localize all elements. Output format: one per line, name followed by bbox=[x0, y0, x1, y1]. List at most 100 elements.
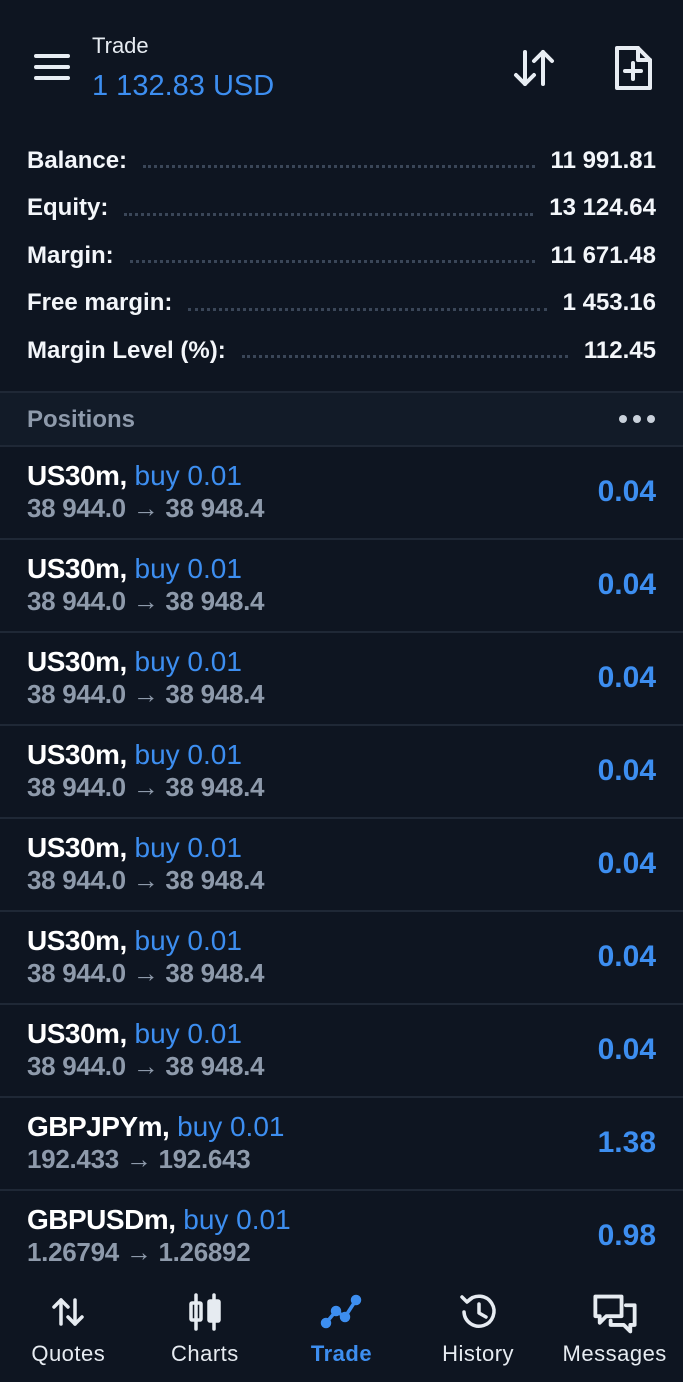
position-row[interactable]: US30m, buy 0.01 38 944.0 → 38 948.4 0.04 bbox=[0, 633, 683, 726]
account-balance-header: 1 132.83 USD bbox=[92, 70, 275, 102]
arrow-icon: → bbox=[132, 958, 159, 988]
current-price: 38 948.4 bbox=[165, 958, 265, 988]
position-price-line: 38 944.0 → 38 948.4 bbox=[27, 493, 265, 524]
position-price-line: 38 944.0 → 38 948.4 bbox=[27, 865, 265, 896]
dotted-leader bbox=[143, 165, 535, 169]
position-side: buy 0.01 bbox=[134, 646, 242, 677]
arrow-icon: → bbox=[132, 586, 159, 616]
top-bar: Trade 1 132.83 USD bbox=[0, 0, 683, 130]
nav-history[interactable]: History bbox=[410, 1276, 547, 1382]
position-row[interactable]: GBPJPYm, buy 0.01 192.433 → 192.643 1.38 bbox=[0, 1098, 683, 1191]
arrow-icon: → bbox=[125, 1144, 152, 1174]
summary-label: Free margin: bbox=[27, 289, 173, 317]
position-title-line: GBPJPYm, buy 0.01 bbox=[27, 1111, 284, 1143]
current-price: 38 948.4 bbox=[165, 586, 265, 616]
summary-value: 11 991.81 bbox=[550, 146, 656, 174]
position-side: buy 0.01 bbox=[134, 553, 242, 584]
position-side: buy 0.01 bbox=[134, 925, 242, 956]
nav-quotes[interactable]: Quotes bbox=[0, 1276, 137, 1382]
arrow-icon: → bbox=[132, 1051, 159, 1081]
position-side: buy 0.01 bbox=[134, 460, 242, 491]
dotted-leader bbox=[188, 307, 547, 311]
position-price-line: 38 944.0 → 38 948.4 bbox=[27, 1051, 265, 1082]
position-symbol: US30m, bbox=[27, 460, 127, 491]
current-price: 192.643 bbox=[158, 1144, 251, 1174]
menu-icon[interactable] bbox=[34, 54, 72, 82]
position-title-line: GBPUSDm, buy 0.01 bbox=[27, 1204, 291, 1236]
current-price: 38 948.4 bbox=[165, 772, 265, 802]
position-side: buy 0.01 bbox=[183, 1204, 291, 1235]
summary-row-margin-level: Margin Level (%): 112.45 bbox=[0, 327, 683, 375]
bottom-navigation: Quotes Charts Trade History Messages bbox=[0, 1276, 683, 1382]
position-row[interactable]: US30m, buy 0.01 38 944.0 → 38 948.4 0.04 bbox=[0, 447, 683, 540]
position-symbol: US30m, bbox=[27, 646, 127, 677]
position-symbol: US30m, bbox=[27, 739, 127, 770]
position-profit: 0.04 bbox=[597, 475, 656, 508]
position-symbol: US30m, bbox=[27, 553, 127, 584]
position-profit: 0.04 bbox=[597, 940, 656, 973]
position-title-line: US30m, buy 0.01 bbox=[27, 553, 242, 585]
summary-row-equity: Equity: 13 124.64 bbox=[0, 185, 683, 233]
summary-label: Margin: bbox=[27, 241, 114, 269]
nav-label: Trade bbox=[310, 1341, 373, 1366]
dotted-leader bbox=[129, 260, 535, 264]
position-row[interactable]: GBPUSDm, buy 0.01 1.26794 → 1.26892 0.98 bbox=[0, 1191, 683, 1282]
position-symbol: US30m, bbox=[27, 832, 127, 863]
arrow-icon: → bbox=[132, 865, 159, 895]
open-price: 38 944.0 bbox=[27, 679, 126, 709]
position-side: buy 0.01 bbox=[177, 1111, 285, 1142]
position-profit: 0.98 bbox=[597, 1219, 656, 1252]
position-profit: 0.04 bbox=[597, 661, 656, 694]
positions-title: Positions bbox=[27, 406, 136, 433]
arrow-icon: → bbox=[132, 679, 159, 709]
trade-icon bbox=[321, 1294, 362, 1329]
position-row[interactable]: US30m, buy 0.01 38 944.0 → 38 948.4 0.04 bbox=[0, 819, 683, 912]
open-price: 38 944.0 bbox=[27, 865, 126, 895]
position-row[interactable]: US30m, buy 0.01 38 944.0 → 38 948.4 0.04 bbox=[0, 912, 683, 1005]
sort-icon[interactable] bbox=[510, 44, 560, 94]
charts-icon bbox=[189, 1293, 221, 1331]
summary-label: Equity: bbox=[27, 194, 109, 222]
positions-list: US30m, buy 0.01 38 944.0 → 38 948.4 0.04… bbox=[0, 447, 683, 1282]
current-price: 38 948.4 bbox=[165, 1051, 265, 1081]
open-price: 38 944.0 bbox=[27, 1051, 126, 1081]
current-price: 38 948.4 bbox=[165, 865, 265, 895]
nav-label: History bbox=[442, 1341, 515, 1366]
position-profit: 0.04 bbox=[597, 568, 656, 601]
position-side: buy 0.01 bbox=[134, 739, 242, 770]
position-row[interactable]: US30m, buy 0.01 38 944.0 → 38 948.4 0.04 bbox=[0, 1005, 683, 1098]
nav-messages[interactable]: Messages bbox=[546, 1276, 683, 1382]
arrow-icon: → bbox=[132, 772, 159, 802]
summary-row-balance: Balance: 11 991.81 bbox=[0, 137, 683, 185]
more-options-icon[interactable] bbox=[619, 415, 655, 425]
page-title: Trade bbox=[92, 33, 149, 58]
position-symbol: GBPJPYm, bbox=[27, 1111, 170, 1142]
open-price: 38 944.0 bbox=[27, 493, 126, 523]
open-price: 192.433 bbox=[27, 1144, 119, 1174]
nav-trade[interactable]: Trade bbox=[273, 1276, 410, 1382]
nav-charts[interactable]: Charts bbox=[137, 1276, 274, 1382]
position-profit: 1.38 bbox=[597, 1126, 656, 1159]
position-title-line: US30m, buy 0.01 bbox=[27, 739, 242, 771]
summary-label: Margin Level (%): bbox=[27, 336, 226, 364]
position-price-line: 38 944.0 → 38 948.4 bbox=[27, 586, 265, 617]
position-price-line: 1.26794 → 1.26892 bbox=[27, 1237, 251, 1268]
position-profit: 0.04 bbox=[597, 754, 656, 787]
summary-value: 11 671.48 bbox=[550, 241, 656, 269]
open-price: 1.26794 bbox=[27, 1237, 119, 1267]
position-row[interactable]: US30m, buy 0.01 38 944.0 → 38 948.4 0.04 bbox=[0, 540, 683, 633]
position-title-line: US30m, buy 0.01 bbox=[27, 460, 242, 492]
current-price: 1.26892 bbox=[158, 1237, 251, 1267]
current-price: 38 948.4 bbox=[165, 679, 265, 709]
history-icon bbox=[460, 1294, 496, 1328]
dotted-leader bbox=[124, 212, 534, 216]
positions-section-header: Positions bbox=[0, 393, 683, 445]
position-row[interactable]: US30m, buy 0.01 38 944.0 → 38 948.4 0.04 bbox=[0, 726, 683, 819]
summary-row-margin: Margin: 11 671.48 bbox=[0, 232, 683, 280]
position-price-line: 38 944.0 → 38 948.4 bbox=[27, 958, 265, 989]
position-title-line: US30m, buy 0.01 bbox=[27, 646, 242, 678]
new-order-icon[interactable] bbox=[608, 44, 658, 94]
open-price: 38 944.0 bbox=[27, 586, 126, 616]
nav-label: Quotes bbox=[31, 1341, 106, 1366]
open-price: 38 944.0 bbox=[27, 772, 126, 802]
